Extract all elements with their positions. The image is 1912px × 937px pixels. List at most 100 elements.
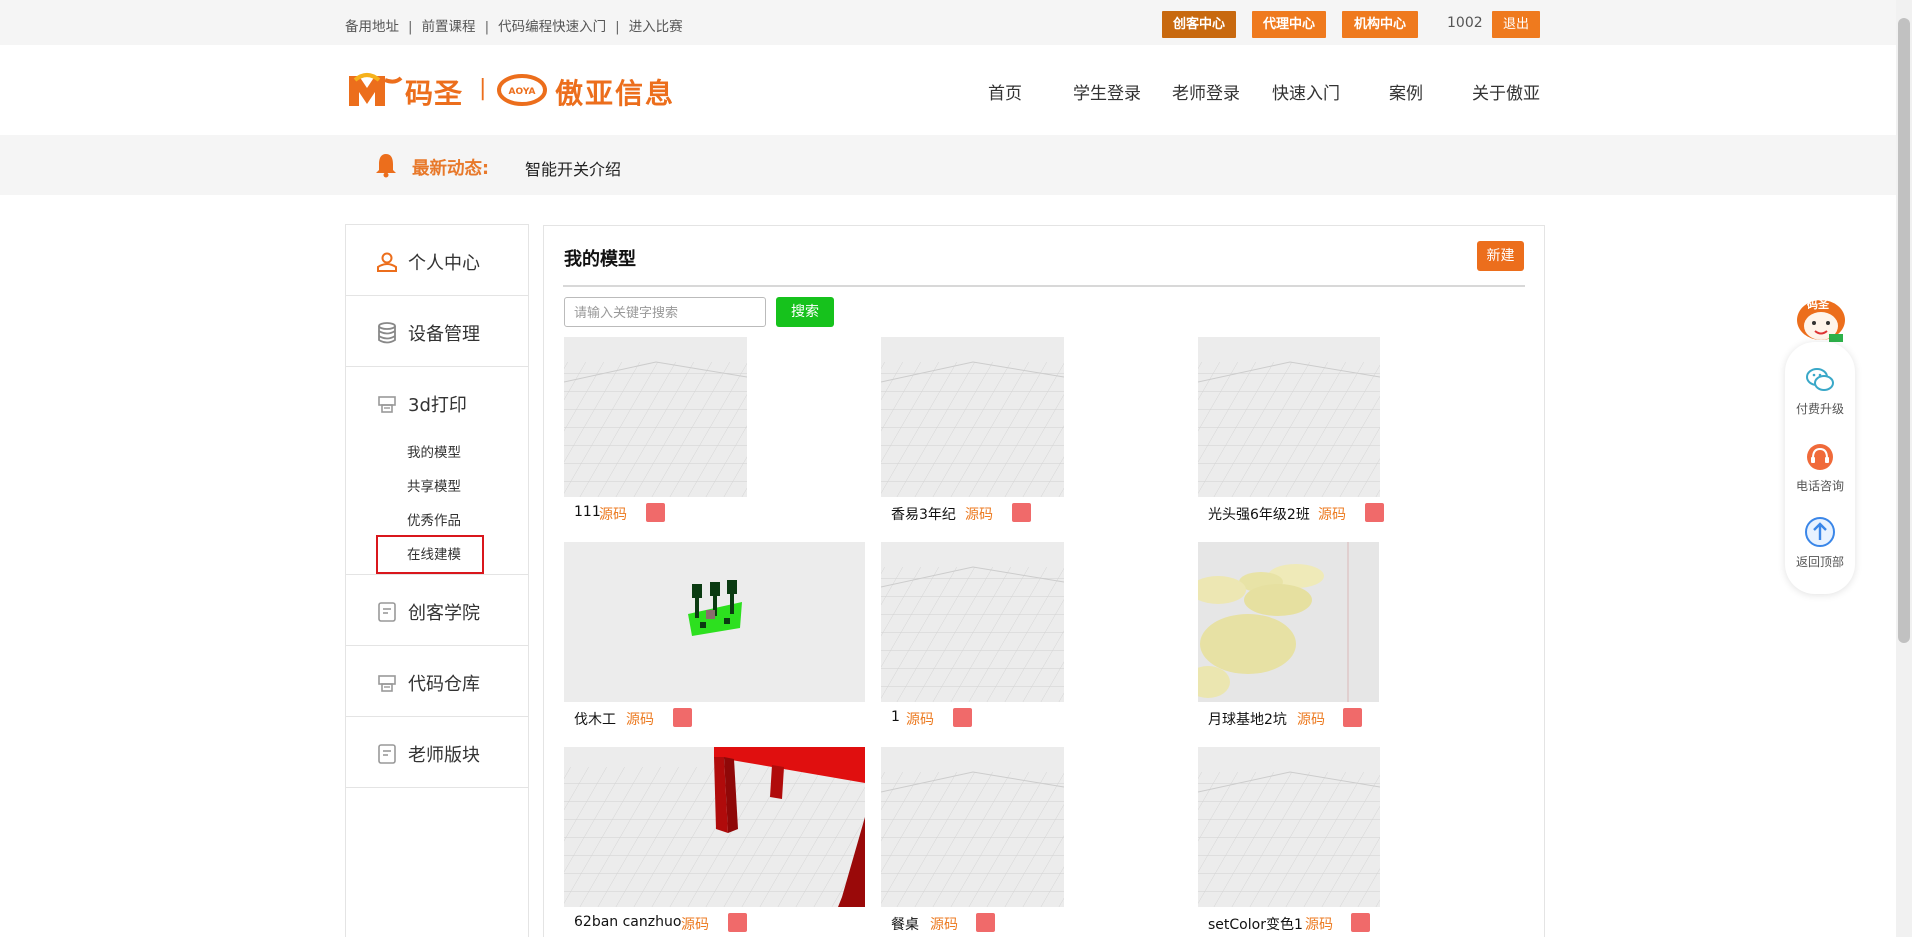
page-title: 我的模型 [564, 249, 636, 270]
nav-cases[interactable]: 案例 [1389, 79, 1423, 104]
masheng-logo-icon [349, 73, 403, 106]
delete-icon[interactable] [1365, 503, 1384, 522]
delete-icon[interactable] [1012, 503, 1031, 522]
model-name: 伐木工 [574, 712, 616, 728]
float-label: 电话咨询 [1796, 479, 1845, 493]
delete-icon[interactable] [1351, 913, 1370, 932]
sidebar-item-label: 代码仓库 [408, 674, 480, 695]
sidebar-item-label: 个人中心 [408, 253, 480, 274]
grid-floor-icon [1198, 771, 1380, 907]
model-thumbnail[interactable] [881, 542, 1064, 702]
search-button[interactable]: 搜索 [776, 297, 834, 327]
model-name: 香易3年纪 [891, 507, 956, 523]
logo-text-aoya: 傲亚信息 [555, 77, 676, 110]
nav-teacher-login[interactable]: 老师登录 [1172, 79, 1240, 104]
link-competition[interactable]: 进入比赛 [629, 19, 683, 35]
source-code-link[interactable]: 源码 [626, 709, 654, 729]
float-item-phone[interactable]: 电话咨询 [1785, 440, 1855, 500]
sidebar-item-teacher-section[interactable]: 老师版块 [346, 717, 528, 788]
institution-center-button[interactable]: 机构中心 [1342, 11, 1418, 38]
source-code-link[interactable]: 源码 [681, 914, 709, 934]
top-links: 备用地址 | 前置课程 | 代码编程快速入门 | 进入比赛 [345, 19, 683, 35]
link-quick-start[interactable]: 代码编程快速入门 [498, 19, 606, 35]
document-icon [378, 602, 396, 622]
link-pre-course[interactable]: 前置课程 [422, 19, 476, 35]
moon-base-model-icon [1198, 542, 1349, 702]
sidebar: 个人中心 设备管理 3d打印 我的模型 共享模型 优秀作品 在线建模 创客学院 [345, 224, 529, 937]
sidebar-item-maker-academy[interactable]: 创客学院 [346, 575, 528, 646]
float-item-upgrade[interactable]: 付费升级 [1785, 362, 1855, 422]
model-thumbnail[interactable] [1198, 747, 1380, 907]
model-name: 62ban canzhuo [574, 914, 682, 930]
float-label: 付费升级 [1796, 402, 1845, 416]
new-model-button[interactable]: 新建 [1477, 241, 1524, 271]
model-name: 光头强6年级2班 [1208, 507, 1310, 523]
float-item-back-to-top[interactable]: 返回顶部 [1785, 516, 1855, 576]
source-code-link[interactable]: 源码 [1318, 504, 1346, 524]
grid-floor-icon [564, 361, 747, 497]
model-thumbnail[interactable] [564, 542, 865, 702]
news-text[interactable]: 智能开关介绍 [525, 156, 621, 180]
nav-home[interactable]: 首页 [988, 79, 1022, 104]
nav-quick-start[interactable]: 快速入门 [1272, 79, 1340, 104]
delete-icon[interactable] [728, 913, 747, 932]
sidebar-item-label: 设备管理 [408, 324, 480, 345]
arrow-up-icon [1805, 517, 1835, 547]
database-icon [378, 322, 396, 344]
user-icon [377, 252, 397, 272]
sidebar-item-code-repository[interactable]: 代码仓库 [346, 646, 528, 717]
maker-center-button[interactable]: 创客中心 [1162, 11, 1236, 38]
logout-button[interactable]: 退出 [1492, 11, 1540, 38]
delete-icon[interactable] [1343, 708, 1362, 727]
sidebar-item-label: 创客学院 [408, 603, 480, 624]
news-bar [0, 135, 1896, 195]
source-code-link[interactable]: 源码 [1305, 914, 1333, 934]
model-thumbnail[interactable] [881, 337, 1064, 497]
nav-about[interactable]: 关于傲亚 [1472, 79, 1540, 104]
nav-student-login[interactable]: 学生登录 [1073, 79, 1141, 104]
sidebar-item-label: 3d打印 [408, 395, 467, 416]
aoya-logo-icon: AOYA [497, 74, 547, 106]
model-name: 1 [891, 709, 900, 725]
model-thumbnail[interactable] [564, 337, 747, 497]
printer-icon [378, 675, 396, 692]
mascot[interactable]: 码圣 [1793, 290, 1849, 346]
delete-icon[interactable] [953, 708, 972, 727]
top-bar [0, 0, 1896, 45]
subitem-shared-models[interactable]: 共享模型 [407, 475, 461, 495]
wechat-icon [1806, 368, 1834, 391]
lumberjack-model-icon [688, 580, 742, 636]
source-code-link[interactable]: 源码 [1297, 709, 1325, 729]
model-thumbnail[interactable] [881, 747, 1064, 907]
link-backup-address[interactable]: 备用地址 [345, 19, 399, 35]
divider [563, 285, 1525, 287]
grid-floor-icon [881, 566, 1064, 702]
model-thumbnail[interactable] [1198, 542, 1379, 702]
document-icon [378, 744, 396, 764]
sidebar-item-device-management[interactable]: 设备管理 [346, 296, 528, 367]
source-code-link[interactable]: 源码 [599, 504, 627, 524]
logo[interactable]: 码圣 | AOYA 傲亚信息 [345, 68, 695, 110]
delete-icon[interactable] [673, 708, 692, 727]
search-input[interactable] [564, 297, 766, 327]
delete-icon[interactable] [976, 913, 995, 932]
table-model-icon [564, 747, 865, 907]
sidebar-item-personal-center[interactable]: 个人中心 [346, 225, 528, 296]
subitem-excellent-works[interactable]: 优秀作品 [407, 509, 461, 529]
subitem-my-models[interactable]: 我的模型 [407, 441, 461, 461]
model-thumbnail[interactable] [1198, 337, 1380, 497]
scrollbar-thumb[interactable] [1898, 18, 1910, 643]
printer-icon [378, 396, 396, 413]
logo-divider: | [479, 76, 487, 101]
source-code-link[interactable]: 源码 [930, 914, 958, 934]
agent-center-button[interactable]: 代理中心 [1252, 11, 1326, 38]
bell-icon [376, 154, 396, 178]
source-code-link[interactable]: 源码 [906, 709, 934, 729]
model-thumbnail[interactable] [564, 747, 865, 907]
delete-icon[interactable] [646, 503, 665, 522]
user-id: 1002 [1447, 15, 1483, 31]
model-name: 月球基地2坑 [1208, 712, 1287, 728]
grid-floor-icon [1198, 361, 1380, 497]
source-code-link[interactable]: 源码 [965, 504, 993, 524]
headset-icon [1807, 444, 1833, 470]
